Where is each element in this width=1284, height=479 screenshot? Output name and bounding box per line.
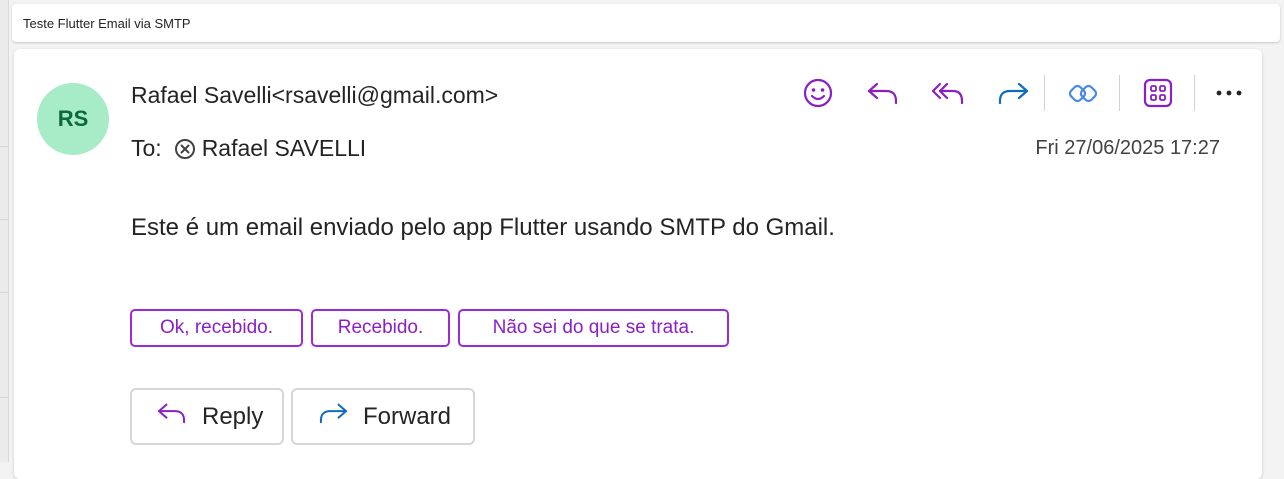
toolbar-separator <box>1044 75 1045 111</box>
left-panel-edge <box>0 0 9 462</box>
suggested-replies: Ok, recebido. Recebido. Não sei do que s… <box>130 309 737 347</box>
forward-label: Forward <box>363 402 452 430</box>
subject-bar: Teste Flutter Email via SMTP <box>12 4 1280 42</box>
apps-icon[interactable] <box>1134 71 1182 115</box>
toolbar-separator <box>1119 75 1120 111</box>
to-label: To: <box>131 135 162 161</box>
message-card: RS Rafael Savelli<rsavelli@gmail.com> To… <box>14 49 1262 479</box>
panel-divider <box>0 146 8 147</box>
avatar[interactable]: RS <box>37 83 109 155</box>
suggested-reply-button[interactable]: Não sei do que se trata. <box>458 309 729 347</box>
reply-label: Reply <box>202 402 264 430</box>
toolbar-separator <box>1194 75 1195 111</box>
sender-name[interactable]: Rafael Savelli<rsavelli@gmail.com> <box>131 82 498 109</box>
reply-actions: Reply Forward <box>130 388 482 445</box>
suggested-reply-button[interactable]: Recebido. <box>311 309 450 347</box>
reply-icon <box>156 400 188 433</box>
reply-icon[interactable] <box>859 71 907 115</box>
panel-divider <box>0 292 8 293</box>
forward-icon[interactable] <box>989 71 1037 115</box>
panel-divider <box>0 397 8 398</box>
avatar-initials: RS <box>57 106 89 131</box>
forward-button[interactable]: Forward <box>291 388 475 445</box>
more-icon[interactable] <box>1205 71 1253 115</box>
message-toolbar <box>794 71 1270 115</box>
remove-recipient-icon[interactable] <box>174 138 196 160</box>
reply-all-icon[interactable] <box>924 71 972 115</box>
forward-icon <box>317 400 349 433</box>
recipient-name[interactable]: Rafael SAVELLI <box>202 135 367 162</box>
reply-button[interactable]: Reply <box>130 388 284 445</box>
viva-insights-icon[interactable] <box>1059 71 1107 115</box>
recipients-row: To: Rafael SAVELLI <box>131 135 366 162</box>
message-body: Este é um email enviado pelo app Flutter… <box>131 214 835 241</box>
suggested-reply-button[interactable]: Ok, recebido. <box>130 309 303 347</box>
message-date: Fri 27/06/2025 17:27 <box>1035 137 1220 159</box>
email-subject: Teste Flutter Email via SMTP <box>23 16 191 31</box>
smiley-icon[interactable] <box>794 71 842 115</box>
panel-divider <box>0 219 8 220</box>
